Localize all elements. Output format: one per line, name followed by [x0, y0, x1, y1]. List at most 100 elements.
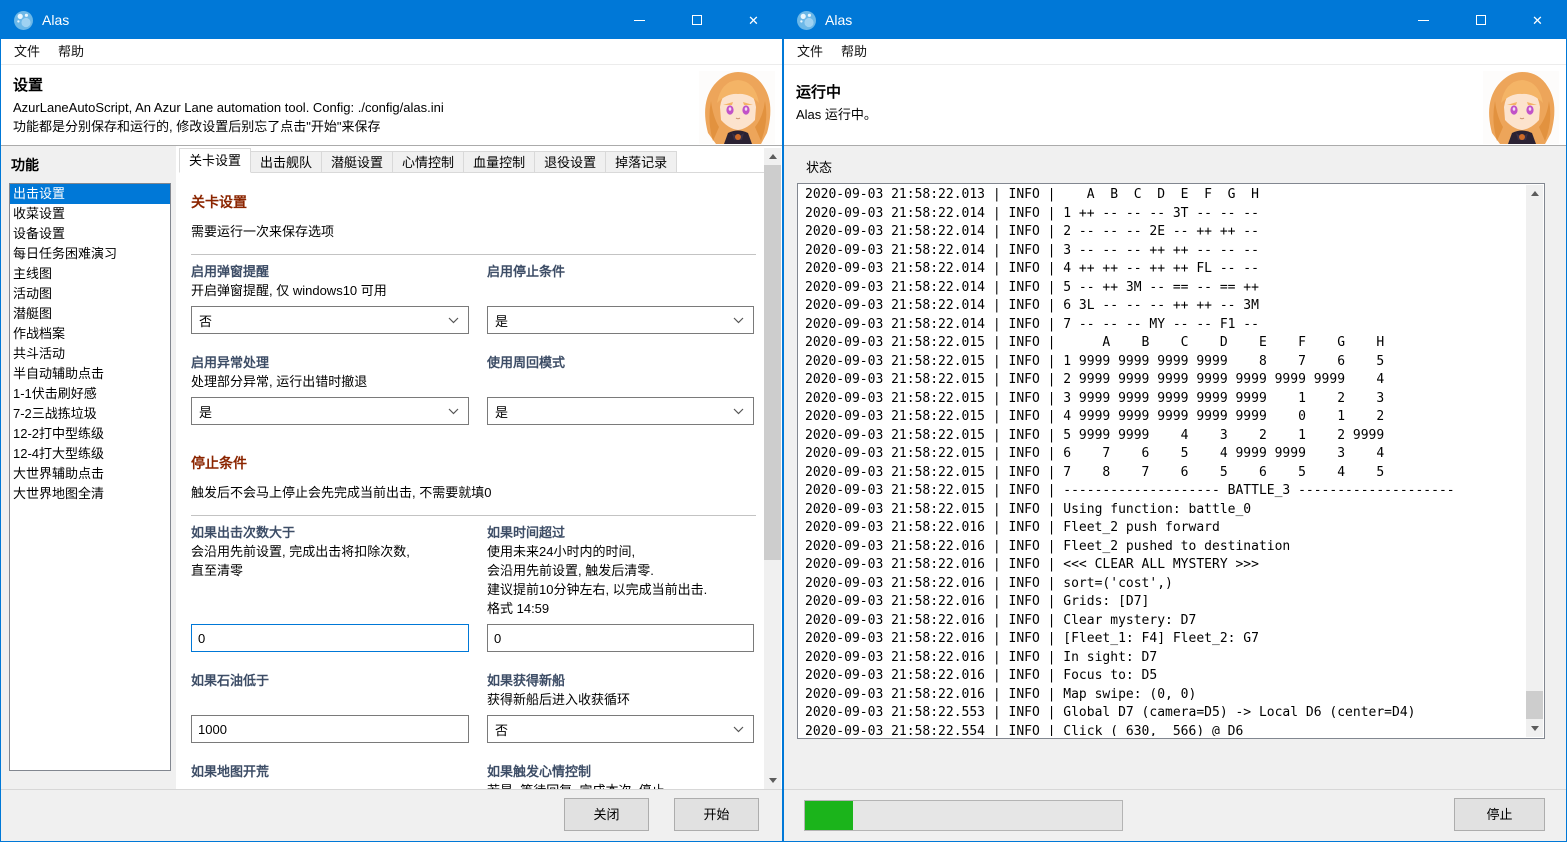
- stop-button[interactable]: 停止: [1454, 798, 1545, 831]
- tab[interactable]: 关卡设置: [179, 148, 251, 173]
- close-icon: ✕: [1532, 14, 1543, 27]
- sidebar-item[interactable]: 潜艇图: [10, 304, 170, 324]
- sidebar-item[interactable]: 1-1伏击刷好感: [10, 384, 170, 404]
- start-button[interactable]: 开始: [674, 798, 759, 831]
- sidebar-item[interactable]: 主线图: [10, 264, 170, 284]
- field-help: 处理部分异常, 运行出错时撤退: [191, 372, 469, 391]
- tab[interactable]: 退役设置: [534, 151, 606, 173]
- log-line: 2020-09-03 21:58:22.013 | INFO | A B C D…: [805, 186, 1524, 205]
- maximize-button[interactable]: [668, 1, 725, 39]
- sidebar-item[interactable]: 半自动辅助点击: [10, 364, 170, 384]
- sidebar-item[interactable]: 12-2打中型练级: [10, 424, 170, 444]
- runner-body: 状态 2020-09-03 21:58:22.013 | INFO | A B …: [784, 146, 1566, 789]
- sidebar-item[interactable]: 12-4打大型练级: [10, 444, 170, 464]
- sidebar-item[interactable]: 大世界辅助点击: [10, 464, 170, 484]
- tab[interactable]: 出击舰队: [250, 151, 322, 173]
- progress-bar: [804, 800, 1123, 831]
- avatar-image: [1483, 71, 1559, 144]
- sidebar-item[interactable]: 设备设置: [10, 224, 170, 244]
- runner-window: Alas ✕ 文件 帮助 运行中 Alas 运行中。: [783, 0, 1567, 842]
- window-title: Alas: [42, 12, 69, 28]
- sidebar-item[interactable]: 出击设置: [10, 184, 170, 204]
- log-line: 2020-09-03 21:58:22.014 | INFO | 2 -- --…: [805, 223, 1524, 242]
- select-value: 是: [495, 402, 508, 421]
- menu-file[interactable]: 文件: [5, 39, 49, 65]
- run-count-input[interactable]: [191, 624, 469, 652]
- sidebar-item[interactable]: 大世界地图全清: [10, 484, 170, 504]
- log-panel: 2020-09-03 21:58:22.013 | INFO | A B C D…: [797, 183, 1545, 739]
- sidebar-item[interactable]: 7-2三战拣垃圾: [10, 404, 170, 424]
- field-stop-enable: 启用停止条件 是: [487, 263, 754, 334]
- exception-select[interactable]: 是: [191, 397, 469, 425]
- scroll-up-icon[interactable]: [1526, 185, 1543, 202]
- scroll-up-icon[interactable]: [764, 148, 781, 165]
- maximize-button[interactable]: [1452, 1, 1509, 39]
- stop-enable-select[interactable]: 是: [487, 306, 754, 334]
- menu-help[interactable]: 帮助: [832, 39, 876, 65]
- tab[interactable]: 潜艇设置: [321, 151, 393, 173]
- log-line: 2020-09-03 21:58:22.016 | INFO | sort=('…: [805, 575, 1524, 594]
- settings-scrollbar[interactable]: [764, 148, 781, 789]
- sidebar-item[interactable]: 每日任务困难演习: [10, 244, 170, 264]
- log-line: 2020-09-03 21:58:22.014 | INFO | 7 -- --…: [805, 316, 1524, 335]
- window-title: Alas: [825, 12, 852, 28]
- time-limit-input[interactable]: [487, 624, 754, 652]
- field-map-pioneer: 如果地图开荒: [191, 763, 469, 789]
- tab[interactable]: 心情控制: [392, 151, 464, 173]
- scroll-down-icon[interactable]: [764, 772, 781, 789]
- minimize-button[interactable]: [1395, 1, 1452, 39]
- caption-buttons: ✕: [611, 1, 782, 39]
- scrollbar-thumb[interactable]: [1526, 691, 1543, 719]
- new-ship-select[interactable]: 否: [487, 715, 754, 743]
- close-button[interactable]: 关闭: [564, 798, 649, 831]
- log-line: 2020-09-03 21:58:22.016 | INFO | Grids: …: [805, 593, 1524, 612]
- title-bar[interactable]: Alas ✕: [1, 1, 782, 39]
- page-title: 运行中: [796, 81, 1566, 102]
- sidebar-item[interactable]: 收菜设置: [10, 204, 170, 224]
- field-help: 开启弹窗提醒, 仅 windows10 可用: [191, 281, 469, 300]
- close-window-button[interactable]: ✕: [725, 1, 782, 39]
- log-line: 2020-09-03 21:58:22.014 | INFO | 6 3L --…: [805, 297, 1524, 316]
- select-value: 否: [495, 720, 508, 739]
- loop-mode-select[interactable]: 是: [487, 397, 754, 425]
- minimize-icon: [634, 20, 645, 21]
- sidebar-item[interactable]: 作战档案: [10, 324, 170, 344]
- field-label: 如果石油低于: [191, 672, 469, 690]
- field-oil-limit: 如果石油低于: [191, 672, 469, 743]
- tab[interactable]: 掉落记录: [605, 151, 677, 173]
- field-label: 如果触发心情控制: [487, 763, 754, 781]
- minimize-icon: [1418, 20, 1429, 21]
- divider: [191, 254, 756, 255]
- field-loop-mode: 使用周回模式 是: [487, 354, 754, 425]
- caption-buttons: ✕: [1395, 1, 1566, 39]
- title-bar[interactable]: Alas ✕: [784, 1, 1566, 39]
- menu-help[interactable]: 帮助: [49, 39, 93, 65]
- log-scrollbar[interactable]: [1526, 185, 1543, 737]
- popup-select[interactable]: 否: [191, 306, 469, 334]
- log-line: 2020-09-03 21:58:22.016 | INFO | Focus t…: [805, 667, 1524, 686]
- close-window-button[interactable]: ✕: [1509, 1, 1566, 39]
- settings-window: Alas ✕ 文件 帮助 设置 AzurLaneAutoScript, An A…: [0, 0, 783, 842]
- sidebar-item[interactable]: 活动图: [10, 284, 170, 304]
- tab[interactable]: 血量控制: [463, 151, 535, 173]
- scrollbar-thumb[interactable]: [764, 165, 781, 560]
- log-line: 2020-09-03 21:58:22.016 | INFO | Fleet_2…: [805, 519, 1524, 538]
- scroll-down-icon[interactable]: [1526, 720, 1543, 737]
- field-label: 如果出击次数大于: [191, 524, 469, 542]
- sidebar-item[interactable]: 共斗活动: [10, 344, 170, 364]
- log-line: 2020-09-03 21:58:22.014 | INFO | 5 -- ++…: [805, 279, 1524, 298]
- header-desc-2: 功能都是分别保存和运行的, 修改设置后别忘了点击"开始"来保存: [13, 117, 782, 136]
- tab-strip: 关卡设置出击舰队潜艇设置心情控制血量控制退役设置掉落记录: [179, 148, 762, 173]
- minimize-button[interactable]: [611, 1, 668, 39]
- log-output[interactable]: 2020-09-03 21:58:22.013 | INFO | A B C D…: [805, 186, 1524, 736]
- chevron-down-icon: [733, 408, 744, 415]
- log-line: 2020-09-03 21:58:22.016 | INFO | In sigh…: [805, 649, 1524, 668]
- oil-limit-input[interactable]: [191, 715, 469, 743]
- menu-file[interactable]: 文件: [788, 39, 832, 65]
- app-logo-icon: [797, 11, 816, 30]
- log-line: 2020-09-03 21:58:22.014 | INFO | 4 ++ ++…: [805, 260, 1524, 279]
- log-line: 2020-09-03 21:58:22.015 | INFO | 5 9999 …: [805, 427, 1524, 446]
- log-line: 2020-09-03 21:58:22.015 | INFO | -------…: [805, 482, 1524, 501]
- desktop: Alas ✕ 文件 帮助 设置 AzurLaneAutoScript, An A…: [0, 0, 1567, 842]
- function-sidebar: 功能 出击设置收菜设置设备设置每日任务困难演习主线图活动图潜艇图作战档案共斗活动…: [1, 146, 176, 789]
